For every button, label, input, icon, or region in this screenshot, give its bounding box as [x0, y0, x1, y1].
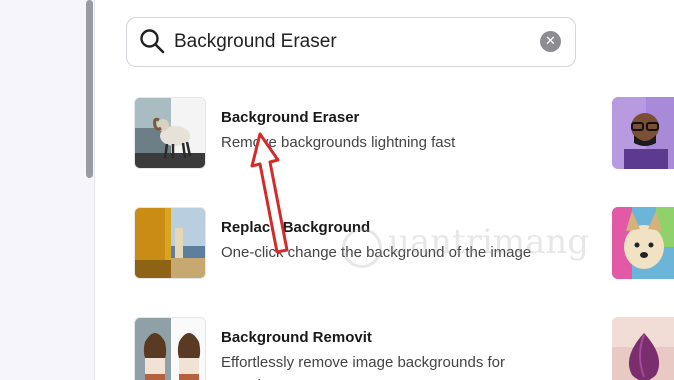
- watermark-logo: [342, 228, 382, 268]
- purple-onion-image[interactable]: [612, 317, 674, 380]
- search-input[interactable]: [174, 28, 504, 56]
- result-title: Background Removit: [221, 329, 372, 346]
- woman-portrait-split-image: [134, 317, 206, 380]
- yellow-wall-seascape-image: [134, 207, 206, 279]
- ram-on-rock-image: [134, 97, 206, 169]
- left-sidebar-pane: [0, 0, 95, 380]
- result-item-background-removit[interactable]: Background Removit Effortlessly remove i…: [134, 317, 594, 380]
- sidebar-scrollbar[interactable]: [86, 0, 93, 178]
- man-glasses-purple-image[interactable]: [612, 97, 674, 169]
- result-title: Background Eraser: [221, 109, 360, 126]
- result-description: Remove backgrounds lightning fast: [221, 134, 456, 151]
- shiba-dog-art-image[interactable]: [612, 207, 674, 279]
- result-item-background-eraser[interactable]: Background Eraser Remove backgrounds lig…: [134, 97, 594, 169]
- clear-icon[interactable]: ✕: [540, 31, 561, 52]
- result-description: Effortlessly remove image backgrounds fo…: [221, 354, 506, 371]
- search-icon: [140, 29, 165, 54]
